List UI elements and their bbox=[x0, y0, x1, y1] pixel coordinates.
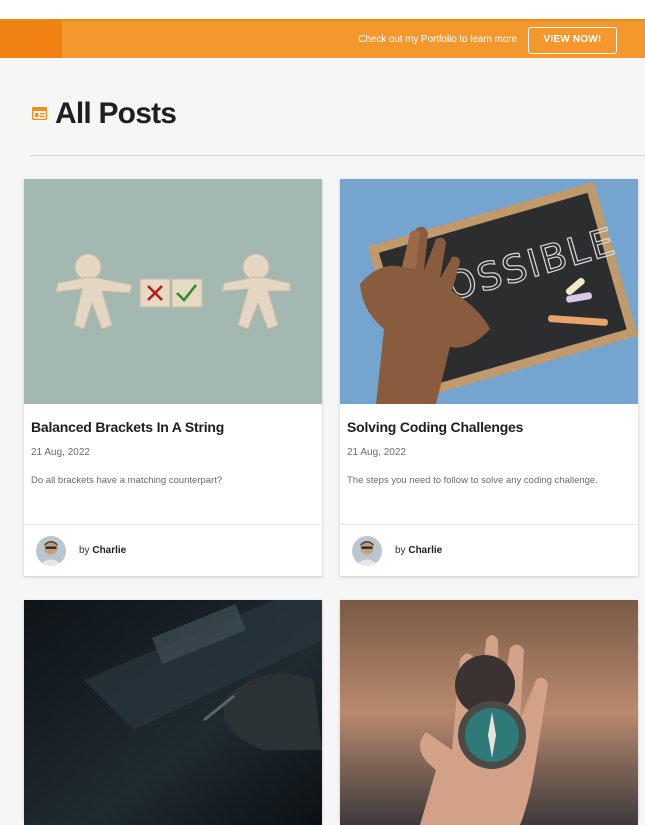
post-excerpt: Do all brackets have a matching counterp… bbox=[31, 475, 223, 486]
posts-icon bbox=[31, 106, 48, 121]
view-now-button[interactable]: VIEW NOW! bbox=[528, 27, 617, 54]
page-title: All Posts bbox=[55, 97, 177, 130]
card-divider bbox=[340, 524, 638, 525]
header-divider bbox=[30, 155, 645, 156]
author-byline: by Charlie bbox=[79, 545, 126, 556]
byline-prefix: by bbox=[395, 545, 406, 556]
post-date: 21 Aug, 2022 bbox=[347, 447, 406, 458]
post-thumbnail[interactable] bbox=[340, 600, 638, 825]
byline-prefix: by bbox=[79, 545, 90, 556]
post-title[interactable]: Balanced Brackets In A String bbox=[31, 419, 224, 435]
author-avatar[interactable] bbox=[352, 536, 382, 566]
post-card[interactable]: Balanced Brackets In A String 21 Aug, 20… bbox=[24, 179, 322, 576]
banner-accent bbox=[0, 21, 62, 58]
post-thumbnail[interactable] bbox=[24, 179, 322, 404]
post-thumbnail[interactable] bbox=[24, 600, 322, 825]
post-card[interactable]: POSSIBLE Solving Coding Challenges 21 Au… bbox=[340, 179, 638, 576]
post-card[interactable] bbox=[24, 600, 322, 825]
promo-banner: Check out my Portfolio to learn more VIE… bbox=[0, 19, 645, 58]
author-name[interactable]: Charlie bbox=[92, 545, 126, 556]
post-excerpt: The steps you need to follow to solve an… bbox=[347, 475, 598, 486]
post-title[interactable]: Solving Coding Challenges bbox=[347, 419, 523, 435]
card-divider bbox=[24, 524, 322, 525]
author-byline: by Charlie bbox=[395, 545, 442, 556]
author-avatar[interactable] bbox=[36, 536, 66, 566]
author-name[interactable]: Charlie bbox=[408, 545, 442, 556]
banner-message: Check out my Portfolio to learn more bbox=[358, 34, 517, 45]
post-thumbnail[interactable]: POSSIBLE bbox=[340, 179, 638, 404]
top-strip bbox=[0, 0, 645, 19]
post-date: 21 Aug, 2022 bbox=[31, 447, 90, 458]
post-card[interactable] bbox=[340, 600, 638, 825]
